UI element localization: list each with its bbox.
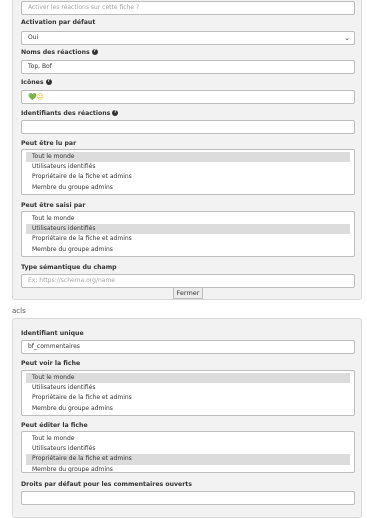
list-option[interactable]: Utilisateurs identifiés — [26, 224, 350, 235]
list-option[interactable]: Membre du groupe admins — [26, 245, 350, 255]
activation-label: Activation par défaut — [21, 19, 96, 26]
list-option[interactable]: Propriétaire de la fiche et admins — [26, 234, 350, 244]
editable-by-label: Peut être saisi par — [21, 202, 86, 209]
default-comment-rights-label: Droits par défaut pour les commentaires … — [21, 481, 192, 488]
readable-by-listbox[interactable]: Tout le monde Utilisateurs identifiés Pr… — [21, 149, 355, 195]
activation-select[interactable]: Oui ⌄ — [21, 31, 355, 45]
list-option[interactable]: Membre du groupe admins — [26, 183, 350, 193]
chevron-down-icon: ⌄ — [344, 34, 350, 42]
green-heart-icon: 💚 — [28, 93, 37, 101]
reactions-question-input[interactable]: Activer les réactions sur cette fiche ? — [21, 1, 355, 15]
icons-label: Icônes? — [21, 79, 52, 86]
icons-input[interactable]: 💚😐 — [21, 90, 355, 104]
semantic-type-input[interactable]: Ex: https://schema.org/name — [21, 274, 355, 288]
reaction-ids-label-text: Identifiants des réactions — [21, 110, 111, 117]
neutral-face-icon: 😐 — [36, 93, 45, 101]
activation-select-value: Oui — [28, 34, 39, 41]
can-edit-listbox[interactable]: Tout le monde Utilisateurs identifiés Pr… — [21, 431, 355, 473]
list-option[interactable]: Propriétaire de la fiche et admins — [26, 172, 350, 182]
can-view-listbox[interactable]: Tout le monde Utilisateurs identifiés Pr… — [21, 370, 355, 416]
question-circle-icon[interactable]: ? — [91, 49, 98, 55]
question-circle-icon[interactable]: ? — [112, 110, 119, 116]
readable-by-label: Peut être lu par — [21, 140, 77, 147]
list-option[interactable]: Membre du groupe admins — [26, 465, 350, 472]
close-button[interactable]: Fermer — [173, 287, 203, 299]
list-option[interactable]: Tout le monde — [26, 152, 350, 163]
list-option[interactable]: Utilisateurs identifiés — [26, 162, 350, 172]
icons-label-text: Icônes — [21, 79, 44, 86]
can-edit-label: Peut éditer la fiche — [21, 422, 88, 429]
list-option[interactable]: Propriétaire de la fiche et admins — [26, 454, 350, 465]
list-option[interactable]: Utilisateurs identifiés — [26, 383, 350, 393]
default-comment-rights-select[interactable] — [21, 491, 355, 505]
list-option[interactable]: Propriétaire de la fiche et admins — [26, 393, 350, 403]
list-option[interactable]: Membre du groupe admins — [26, 404, 350, 414]
list-option[interactable]: Tout le monde — [26, 434, 350, 444]
unique-id-input[interactable]: bf_commentaires — [21, 340, 355, 354]
reaction-ids-input[interactable] — [21, 120, 355, 134]
list-option[interactable]: Utilisateurs identifiés — [26, 444, 350, 454]
field-config-panel: Activer les réactions sur cette fiche ? … — [12, 0, 362, 300]
can-view-label: Peut voir la fiche — [21, 360, 81, 367]
section-title-acls: acls — [12, 307, 26, 315]
reaction-ids-label: Identifiants des réactions? — [21, 110, 119, 117]
reaction-names-label-text: Noms des réactions — [21, 49, 90, 56]
reaction-names-label: Noms des réactions? — [21, 49, 98, 56]
semantic-type-label: Type sémantique du champ — [21, 264, 117, 271]
list-option[interactable]: Tout le monde — [26, 214, 350, 224]
acls-panel: Identifiant unique bf_commentaires Peut … — [12, 318, 362, 518]
editable-by-listbox[interactable]: Tout le monde Utilisateurs identifiés Pr… — [21, 211, 355, 257]
question-circle-icon[interactable]: ? — [45, 79, 52, 85]
unique-id-label: Identifiant unique — [21, 330, 84, 337]
reaction-names-input[interactable]: Top, Bof — [21, 60, 355, 74]
list-option[interactable]: Tout le monde — [26, 373, 350, 384]
